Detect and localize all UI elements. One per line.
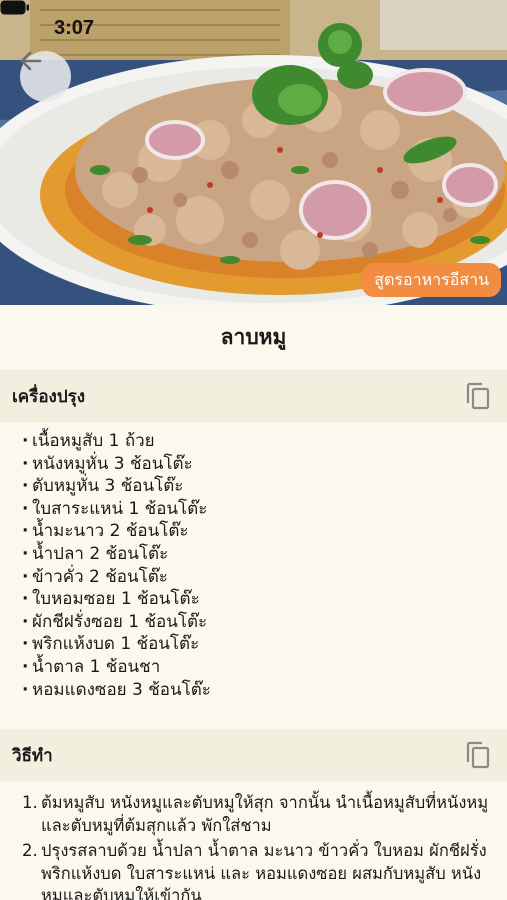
method-step: 1. ต้มหมูสับ หนังหมูและตับหมูให้สุก จากน… xyxy=(22,792,500,837)
step-number: 1. xyxy=(22,793,38,812)
list-item: พริกแห้งบด 1 ช้อนโต๊ะ xyxy=(22,633,492,656)
back-button[interactable] xyxy=(20,51,71,102)
list-item: ใบหอมซอย 1 ช้อนโต๊ะ xyxy=(22,588,492,611)
copy-icon xyxy=(466,382,490,410)
status-time: 3:07 xyxy=(54,16,95,39)
arrow-left-icon xyxy=(20,51,42,71)
category-badge[interactable]: สูตรอาหารอีสาน xyxy=(362,263,501,297)
battery-icon xyxy=(0,0,29,15)
method-steps: 1. ต้มหมูสับ หนังหมูและตับหมูให้สุก จากน… xyxy=(22,792,500,900)
list-item: ใบสาระแหน่ 1 ช้อนโต๊ะ xyxy=(22,498,492,521)
status-bar: 3:07 xyxy=(0,0,507,56)
list-item: หอมแดงซอย 3 ช้อนโต๊ะ xyxy=(22,679,492,702)
list-item: หนังหมูหั่น 3 ช้อนโต๊ะ xyxy=(22,453,492,476)
copy-icon xyxy=(466,741,490,769)
copy-method-button[interactable] xyxy=(463,740,493,770)
ingredients-heading: เครื่องปรุง xyxy=(12,386,86,407)
ingredients-header: เครื่องปรุง xyxy=(0,370,507,422)
ingredients-list: เนื้อหมูสับ 1 ถ้วย หนังหมูหั่น 3 ช้อนโต๊… xyxy=(22,430,492,701)
list-item: น้ำมะนาว 2 ช้อนโต๊ะ xyxy=(22,520,492,543)
copy-ingredients-button[interactable] xyxy=(463,381,493,411)
list-item: น้ำปลา 2 ช้อนโต๊ะ xyxy=(22,543,492,566)
method-step: 2. ปรุงรสลาบด้วย น้ำปลา น้ำตาล มะนาว ข้า… xyxy=(22,840,500,900)
list-item: เนื้อหมูสับ 1 ถ้วย xyxy=(22,430,492,453)
method-header: วิธีทำ xyxy=(0,729,507,781)
list-item: ผักชีฝรั่งซอย 1 ช้อนโต๊ะ xyxy=(22,611,492,634)
hero-image: 3:07 สูตรอาหารอีสาน xyxy=(0,0,507,305)
step-number: 2. xyxy=(22,841,38,860)
recipe-title: ลาบหมู xyxy=(220,325,287,349)
list-item: ข้าวคั่ว 2 ช้อนโต๊ะ xyxy=(22,566,492,589)
method-heading: วิธีทำ xyxy=(12,745,53,766)
list-item: น้ำตาล 1 ช้อนชา xyxy=(22,656,492,679)
list-item: ตับหมูหั่น 3 ช้อนโต๊ะ xyxy=(22,475,492,498)
step-text: ปรุงรสลาบด้วย น้ำปลา น้ำตาล มะนาว ข้าวคั… xyxy=(41,841,487,900)
step-text: ต้มหมูสับ หนังหมูและตับหมูให้สุก จากนั้น… xyxy=(41,793,489,835)
